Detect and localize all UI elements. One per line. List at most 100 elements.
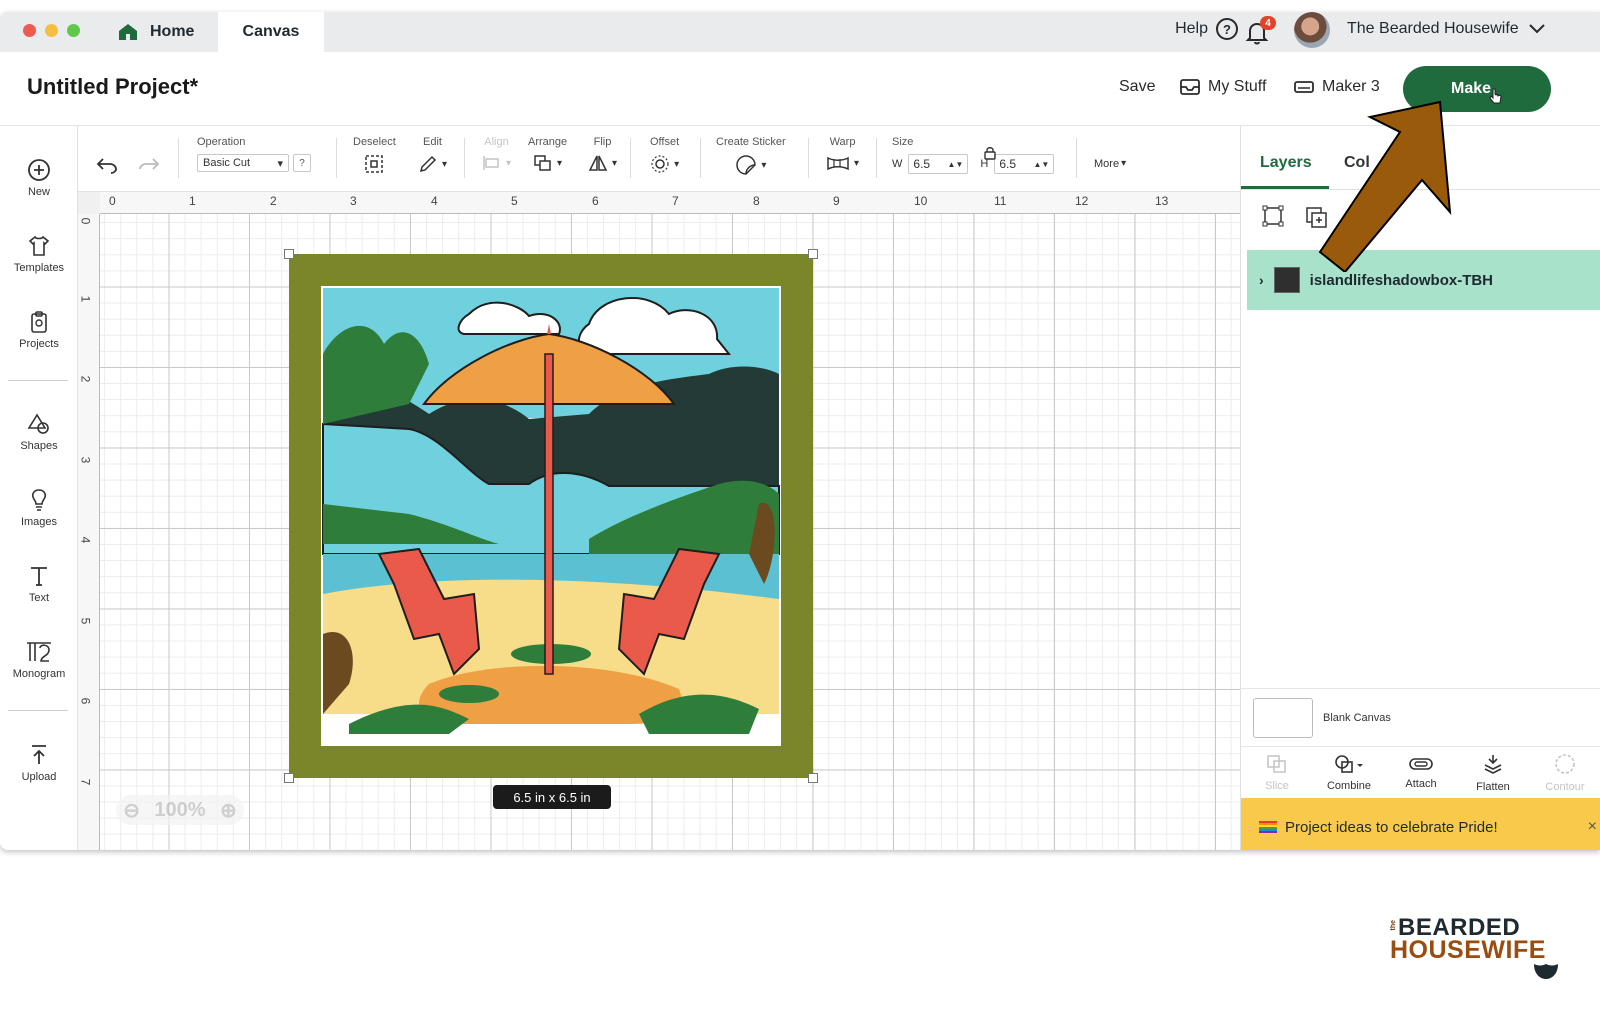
help-button[interactable]: Help ? [1175, 18, 1238, 40]
blank-canvas-label: Blank Canvas [1323, 711, 1391, 724]
shirt-icon [28, 235, 50, 256]
tab-canvas[interactable]: Canvas [218, 12, 324, 52]
width-input[interactable]: 6.5 ▲▼ [908, 154, 969, 174]
design-image-shadowbox[interactable] [289, 254, 813, 778]
arrange-button[interactable]: Arrange ▾ [528, 136, 567, 172]
divider [630, 138, 631, 178]
create-sticker-button[interactable]: Create Sticker ▾ [716, 136, 786, 176]
user-menu[interactable]: The Bearded Housewife [1347, 20, 1545, 38]
slice-button[interactable]: Slice [1241, 747, 1313, 798]
ruler-number: 6 [592, 194, 599, 208]
minimize-window-button[interactable] [45, 24, 58, 37]
arrange-label: Arrange [528, 136, 568, 148]
design-panel-sidebar: New Templates Projects Shapes Images Tex… [0, 126, 78, 850]
caret-down-icon: ▾ [1121, 158, 1127, 169]
edit-button[interactable]: Edit ▾ [418, 136, 447, 174]
promo-banner[interactable]: Project ideas to celebrate Pride! × [1241, 798, 1600, 850]
ruler-number: 11 [994, 194, 1007, 208]
align-button[interactable]: Align ▾ [482, 136, 511, 172]
sidebar-item-text[interactable]: Text [0, 564, 78, 604]
deselect-button[interactable]: Deselect [353, 136, 396, 174]
resize-handle[interactable] [284, 773, 294, 783]
sidebar-item-upload[interactable]: Upload [0, 743, 78, 783]
notification-count-badge: 4 [1260, 16, 1276, 30]
sidebar-item-monogram[interactable]: Monogram [0, 640, 78, 680]
layer-name: islandlifeshadowbox-TBH [1309, 271, 1494, 289]
operation-help-button[interactable]: ? [293, 154, 311, 172]
sidebar-item-projects[interactable]: Projects [0, 310, 78, 350]
save-button[interactable]: Save [1119, 78, 1155, 96]
size-group: Size W 6.5 ▲▼ H 6.5 ▲▼ [892, 136, 1055, 174]
resize-handle[interactable] [808, 773, 818, 783]
edit-toolbar: Operation Basic Cut ▾ ? Deselect Edit ▾ … [78, 126, 1240, 192]
tab-home[interactable]: Home [110, 12, 218, 52]
shapes-icon [27, 413, 49, 434]
caret-down-icon: ▾ [442, 158, 448, 170]
offset-label: Offset [650, 136, 680, 148]
zoom-control[interactable]: ⊖ 100% ⊕ [116, 795, 244, 825]
attach-icon [1409, 757, 1433, 770]
attach-button[interactable]: Attach [1385, 747, 1457, 798]
avatar[interactable] [1294, 12, 1330, 48]
more-button[interactable]: More ▾ [1094, 158, 1126, 170]
offset-icon [651, 155, 669, 173]
sidebar-item-label: Projects [19, 338, 59, 350]
app-window: Home Canvas Help ? 4 The Bearded Housewi… [0, 12, 1600, 850]
contour-label: Contour [1545, 780, 1585, 793]
edit-label: Edit [423, 136, 442, 148]
blank-canvas-row[interactable]: Blank Canvas [1241, 688, 1600, 746]
caret-down-icon: ▾ [557, 157, 563, 169]
zoom-level: 100% [154, 798, 206, 821]
operation-select[interactable]: Basic Cut ▾ [197, 154, 289, 172]
ruler-number: 5 [511, 194, 518, 208]
more-label: More [1094, 158, 1120, 170]
sidebar-item-label: New [27, 186, 50, 198]
align-icon [483, 156, 499, 170]
height-input[interactable]: 6.5 ▲▼ [994, 154, 1055, 174]
close-icon[interactable]: × [1588, 818, 1597, 836]
offset-button[interactable]: Offset ▾ [650, 136, 679, 174]
divider [808, 138, 809, 178]
close-window-button[interactable] [23, 24, 36, 37]
flip-label: Flip [593, 136, 612, 148]
combine-button[interactable]: Combine [1313, 747, 1385, 798]
chevron-right-icon[interactable]: › [1259, 272, 1264, 288]
sidebar-item-label: Text [28, 592, 50, 604]
flip-button[interactable]: Flip ▾ [588, 136, 617, 172]
blank-canvas-swatch [1253, 697, 1313, 738]
lock-icon[interactable] [984, 146, 996, 160]
zoom-out-icon[interactable]: ⊖ [123, 798, 140, 823]
ruler-top: 0 1 2 3 4 5 6 7 8 9 10 11 12 13 [100, 192, 1240, 214]
ruler-number: 12 [1075, 194, 1089, 208]
maximize-window-button[interactable] [67, 24, 80, 37]
resize-handle[interactable] [284, 249, 294, 259]
my-stuff-button[interactable]: My Stuff [1180, 78, 1266, 96]
ruler-corner [78, 192, 100, 214]
zoom-in-icon[interactable]: ⊕ [220, 798, 237, 823]
width-value: 6.5 [913, 157, 931, 171]
caret-down-icon: ▾ [506, 157, 512, 169]
sidebar-item-templates[interactable]: Templates [0, 234, 78, 274]
flatten-button[interactable]: Flatten [1457, 747, 1529, 798]
flatten-label: Flatten [1476, 780, 1510, 793]
ruler-number: 13 [1155, 194, 1169, 208]
sidebar-item-label: Shapes [20, 440, 58, 452]
undo-icon[interactable] [96, 156, 118, 174]
contour-button[interactable]: Contour [1529, 747, 1600, 798]
group-icon[interactable] [1261, 204, 1285, 228]
sidebar-item-new[interactable]: New [0, 158, 78, 198]
ruler-left: 0 1 2 3 4 5 6 7 [78, 214, 100, 850]
ruler-number: 7 [672, 194, 679, 208]
design-canvas[interactable]: 0 1 2 3 4 5 6 7 8 9 10 11 12 13 0 1 2 3 … [78, 192, 1240, 850]
sidebar-item-images[interactable]: Images [0, 488, 78, 528]
stepper-icon: ▲▼ [1033, 159, 1050, 169]
rainbow-flag-icon [1259, 821, 1277, 833]
resize-handle[interactable] [808, 249, 818, 259]
warp-button[interactable]: Warp ▾ [826, 136, 859, 172]
notifications-button[interactable]: 4 [1244, 16, 1276, 46]
redo-icon[interactable] [138, 156, 160, 174]
page-title[interactable]: Untitled Project* [27, 74, 198, 100]
width-label: W [892, 158, 903, 170]
sidebar-item-shapes[interactable]: Shapes [0, 412, 78, 452]
help-label: Help [1175, 20, 1208, 37]
